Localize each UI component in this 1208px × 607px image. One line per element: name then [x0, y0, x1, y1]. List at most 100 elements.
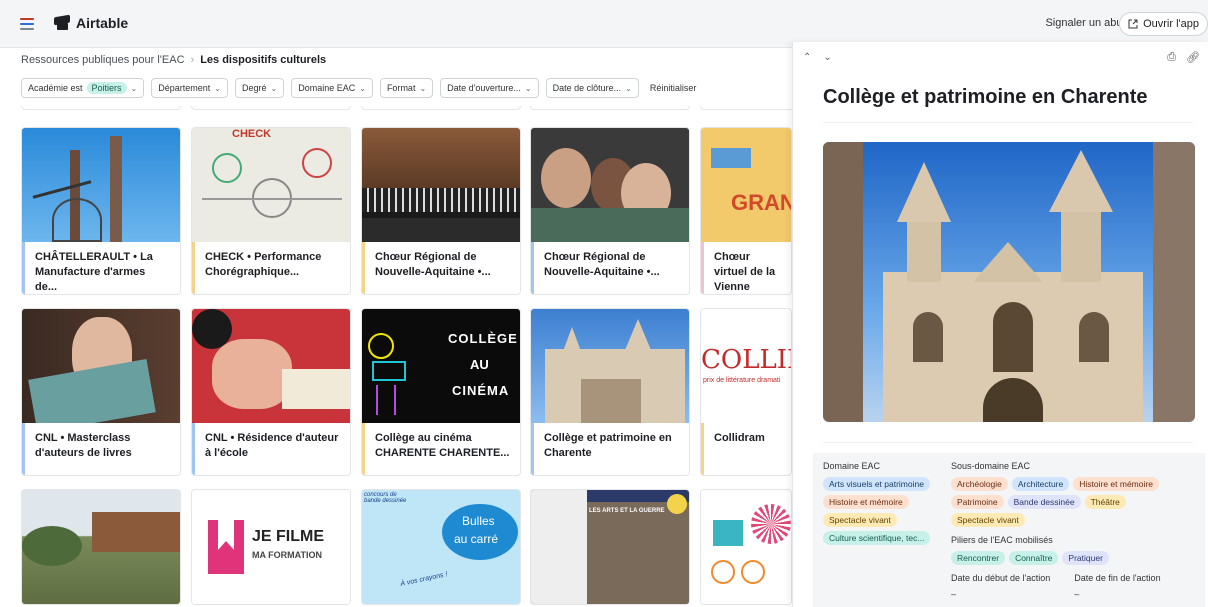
menu-icon[interactable] — [20, 18, 34, 30]
gallery-card[interactable]: GRAN Chœur virtuel de la Vienne — [700, 127, 792, 295]
card-title: Chœur Régional de Nouvelle-Aquitaine •..… — [531, 242, 689, 294]
filter-label: Département — [158, 83, 211, 93]
card-partial[interactable] — [21, 106, 181, 110]
chevron-down-icon: ⌄ — [524, 83, 532, 93]
card-image — [701, 490, 791, 604]
gallery-card[interactable]: CNL • Masterclass d'auteurs de livres — [21, 308, 181, 476]
date-fields: Date du début de l'action – Date de fin … — [951, 573, 1201, 599]
filter-label: Date d'ouverture... — [447, 83, 521, 93]
record-detail-panel: ⌃ ⌄ ⎙ 🔗︎ Collège et patrimoine en Charen… — [792, 42, 1208, 607]
brand-name: Airtable — [76, 15, 129, 31]
breadcrumb-parent[interactable]: Ressources publiques pour l'EAC — [21, 54, 185, 66]
card-image-text: GRAN — [731, 190, 791, 215]
gallery-card[interactable]: JE FILME MA FORMATION — [191, 489, 351, 605]
gallery-card[interactable] — [700, 489, 792, 605]
card-image: JE FILME MA FORMATION — [192, 490, 350, 604]
open-app-button[interactable]: Ouvrir l'app — [1119, 12, 1208, 36]
chevron-down-icon: ⌄ — [130, 83, 138, 93]
chevron-down-icon: ⌄ — [359, 83, 366, 93]
card-image-text: prix de littérature dramati — [703, 377, 781, 384]
chevron-down-icon: ⌄ — [270, 83, 278, 93]
card-image-text: Bulles — [462, 514, 495, 528]
gallery-card[interactable]: concours de bande dessinée Bulles au car… — [361, 489, 521, 605]
card-title: Collège au cinéma CHARENTE CHARENTE... — [362, 423, 520, 475]
gallery-card[interactable]: COLLID prix de littérature dramati Colli… — [700, 308, 792, 476]
gallery-card[interactable] — [21, 489, 181, 605]
card-title: Chœur virtuel de la Vienne — [701, 242, 791, 294]
filter-label: Domaine EAC — [298, 83, 356, 93]
card-image — [362, 128, 520, 242]
tag: Histoire et mémoire — [1073, 477, 1159, 491]
gallery: CHÂTELLERAULT • La Manufacture d'armes d… — [0, 106, 792, 607]
external-link-icon — [1128, 19, 1138, 29]
record-image[interactable] — [823, 142, 1195, 422]
gallery-card[interactable]: CHÂTELLERAULT • La Manufacture d'armes d… — [21, 127, 181, 295]
chevron-right-icon: › — [190, 54, 195, 66]
field-value: – — [951, 589, 957, 599]
filter-degre[interactable]: Degré ⌄ — [234, 78, 285, 98]
card-image-text: MA FORMATION — [252, 550, 322, 560]
filter-departement[interactable]: Département ⌄ — [151, 78, 228, 98]
chevron-up-icon[interactable]: ⌃ — [803, 52, 811, 63]
filter-format[interactable]: Format ⌄ — [379, 78, 434, 98]
field-sous-domaine: Sous-domaine EAC Archéologie Architectur… — [951, 461, 1201, 599]
card-partial[interactable] — [361, 106, 521, 110]
divider — [823, 442, 1193, 443]
filter-domaine[interactable]: Domaine EAC ⌄ — [291, 78, 373, 98]
tag: Connaître — [1009, 551, 1059, 565]
card-title: CNL • Résidence d'auteur à l'école — [192, 423, 350, 475]
card-image-text: au carré — [454, 532, 499, 546]
tag: Architecture — [1011, 477, 1070, 491]
tag: Rencontrer — [951, 551, 1006, 565]
filter-date-cloture[interactable]: Date de clôture... ⌄ — [545, 78, 639, 98]
breadcrumb: Ressources publiques pour l'EAC › Les di… — [21, 54, 326, 66]
gallery-card[interactable]: Chœur Régional de Nouvelle-Aquitaine •..… — [530, 127, 690, 295]
card-partial[interactable] — [530, 106, 690, 110]
brand[interactable]: Airtable — [54, 15, 128, 31]
card-partial[interactable] — [191, 106, 351, 110]
gallery-card[interactable]: CHECK CHECK • Performance Chorégraphique… — [191, 127, 351, 295]
filter-academie[interactable]: Académie est Poitiers ⌄ — [21, 78, 145, 98]
filter-label: Académie est — [28, 83, 83, 93]
card-image: LES ARTS ET LA GUERRE — [531, 490, 689, 604]
card-image-text: JE FILME — [252, 528, 325, 545]
tag: Archéologie — [951, 477, 1008, 491]
filter-date-ouverture[interactable]: Date d'ouverture... ⌄ — [440, 78, 539, 98]
airtable-logo-icon — [54, 16, 70, 30]
print-icon[interactable]: ⎙ — [1167, 51, 1176, 64]
tag-list: Arts visuels et patrimoine Histoire et m… — [823, 477, 941, 545]
card-image — [22, 490, 180, 604]
tag: Pratiquer — [1062, 551, 1109, 565]
link-icon[interactable]: 🔗︎ — [1186, 51, 1200, 64]
tag: Patrimoine — [951, 495, 1004, 509]
tag: Spectacle vivant — [951, 513, 1025, 527]
card-image-text: AU — [470, 357, 489, 372]
tag: Culture scientifique, tec... — [823, 531, 931, 545]
filter-chip: Poitiers — [86, 82, 127, 94]
gallery-card[interactable]: LES ARTS ET LA GUERRE — [530, 489, 690, 605]
card-image — [192, 309, 350, 423]
card-partial[interactable] — [700, 106, 792, 110]
filter-bar: Académie est Poitiers ⌄ Département ⌄ De… — [21, 78, 696, 98]
card-image-text: concours de bande dessinée — [364, 492, 407, 504]
card-image: CHECK — [192, 128, 350, 242]
tag: Bande dessinée — [1007, 495, 1081, 509]
gallery-card[interactable]: COLLÈGE AU CINÉMA Collège au cinéma CHAR… — [361, 308, 521, 476]
gallery-card[interactable]: Collège et patrimoine en Charente — [530, 308, 690, 476]
card-title: CHÂTELLERAULT • La Manufacture d'armes d… — [22, 242, 180, 294]
report-abuse-link[interactable]: Signaler un abus — [1045, 17, 1128, 29]
card-image-text: LES ARTS ET LA GUERRE — [589, 508, 665, 514]
field-label: Sous-domaine EAC — [951, 461, 1031, 471]
gallery-card[interactable]: CNL • Résidence d'auteur à l'école — [191, 308, 351, 476]
card-title: Chœur Régional de Nouvelle-Aquitaine •..… — [362, 242, 520, 294]
chevron-down-icon[interactable]: ⌄ — [823, 52, 831, 63]
panel-tools: ⎙ 🔗︎ — [1167, 51, 1200, 64]
card-image: concours de bande dessinée Bulles au car… — [362, 490, 520, 604]
reset-button[interactable]: Réinitialiser — [650, 83, 697, 93]
card-image-text: CHECK — [232, 128, 272, 140]
field-label: Date du début de l'action — [951, 573, 1051, 583]
field-date-end: Date de fin de l'action – — [1074, 573, 1160, 599]
chevron-down-icon: ⌄ — [214, 83, 221, 93]
card-image-text: CINÉMA — [452, 383, 510, 398]
gallery-card[interactable]: Chœur Régional de Nouvelle-Aquitaine •..… — [361, 127, 521, 295]
